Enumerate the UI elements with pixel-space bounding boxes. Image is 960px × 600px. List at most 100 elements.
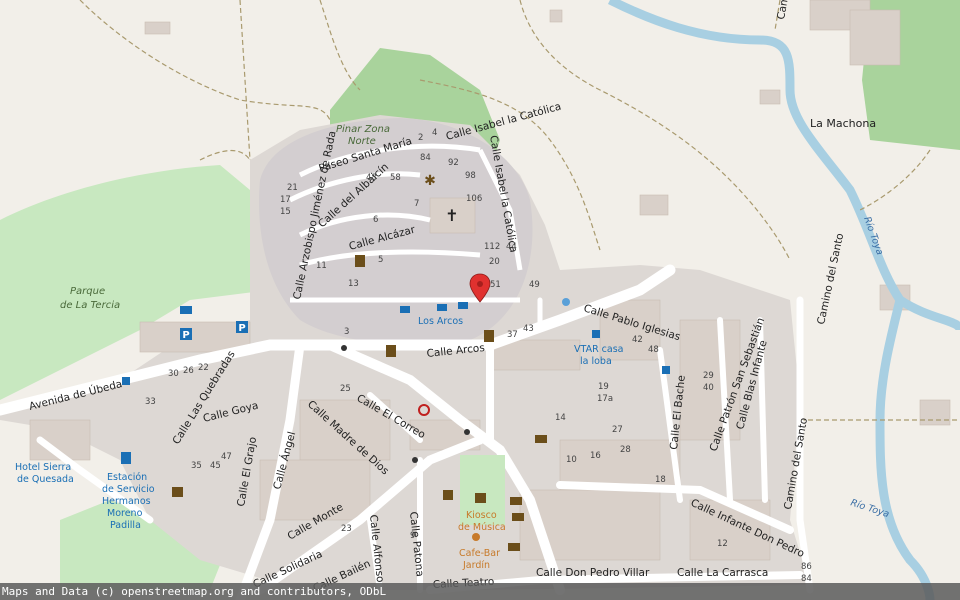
map-view[interactable]: ✝ P P ✱ Paseo Santa María Calle Isabel l… <box>0 0 960 600</box>
fuel-icon <box>121 452 131 464</box>
svg-text:18: 18 <box>655 475 666 485</box>
cafe-icon <box>472 533 480 541</box>
svg-text:P: P <box>238 323 245 334</box>
library-icon <box>484 330 494 342</box>
house-icon <box>592 330 600 338</box>
bus-icon <box>180 306 192 314</box>
svg-text:22: 22 <box>198 363 209 373</box>
svg-text:35: 35 <box>191 461 202 471</box>
svg-text:45: 45 <box>210 461 221 471</box>
svg-text:19: 19 <box>598 382 609 392</box>
svg-text:112: 112 <box>484 242 500 252</box>
label-los-arcos: Los Arcos <box>418 316 463 327</box>
svg-text:92: 92 <box>448 158 459 168</box>
label-don-pedro-villar: Calle Don Pedro Villar <box>536 567 650 579</box>
library-icon <box>386 345 396 357</box>
label-la-machona: La Machona <box>810 117 876 130</box>
svg-text:42: 42 <box>632 335 643 345</box>
label-hotel-2: de Quesada <box>17 474 74 485</box>
svg-text:P: P <box>182 330 189 341</box>
svg-text:37: 37 <box>507 330 518 340</box>
svg-text:28: 28 <box>620 445 631 455</box>
bank-icon <box>512 513 524 521</box>
label-estacion-4: Moreno <box>107 508 143 519</box>
map-canvas[interactable]: ✝ P P ✱ Paseo Santa María Calle Isabel l… <box>0 0 960 600</box>
svg-text:58: 58 <box>390 173 401 183</box>
church-icon: ✝ <box>445 206 458 225</box>
svg-text:49: 49 <box>529 280 540 290</box>
label-estacion-3: Hermanos <box>102 496 151 507</box>
svg-text:✝: ✝ <box>445 206 458 225</box>
house-icon <box>662 366 670 374</box>
theatre-icon <box>172 487 183 497</box>
svg-text:48: 48 <box>648 345 659 355</box>
traffic-light-icon <box>341 345 347 351</box>
svg-text:20: 20 <box>489 257 500 267</box>
library-icon <box>355 255 365 267</box>
svg-text:98: 98 <box>465 171 476 181</box>
svg-text:16: 16 <box>590 451 601 461</box>
hotel-icon <box>458 302 468 309</box>
svg-text:43: 43 <box>523 324 534 334</box>
svg-text:10: 10 <box>566 455 577 465</box>
label-vtar-2: la loba <box>580 356 612 367</box>
svg-text:6: 6 <box>373 215 378 225</box>
svg-text:40: 40 <box>703 383 714 393</box>
label-carrasca: Calle La Carrasca <box>677 567 768 579</box>
label-cafe-1: Cafe-Bar <box>459 548 500 559</box>
svg-text:44: 44 <box>506 242 517 252</box>
traffic-light-icon <box>412 457 418 463</box>
theatre-icon <box>475 493 486 503</box>
traffic-light-icon <box>464 429 470 435</box>
svg-text:47: 47 <box>221 452 232 462</box>
svg-text:14: 14 <box>555 413 566 423</box>
bank-icon <box>510 497 522 505</box>
label-parque-2: de La Tercia <box>60 300 120 311</box>
svg-text:23: 23 <box>341 524 352 534</box>
svg-text:2: 2 <box>418 133 423 143</box>
label-estacion-5: Padilla <box>110 520 141 531</box>
bank-icon <box>508 543 520 551</box>
hotel-icon <box>437 304 447 311</box>
hotel-icon <box>400 306 410 313</box>
svg-text:33: 33 <box>145 397 156 407</box>
label-hotel-1: Hotel Sierra <box>15 462 71 473</box>
svg-text:84: 84 <box>420 153 431 163</box>
svg-text:12: 12 <box>717 539 728 549</box>
label-estacion-2: de Servicio <box>102 484 155 495</box>
svg-text:15: 15 <box>280 207 291 217</box>
svg-text:48: 48 <box>366 173 377 183</box>
label-kiosco-1: Kiosco <box>466 510 497 521</box>
svg-text:51: 51 <box>490 280 501 290</box>
bank-icon <box>535 435 547 443</box>
label-kiosco-2: de Música <box>458 522 506 533</box>
svg-text:106: 106 <box>466 194 482 204</box>
fountain-icon <box>562 298 570 306</box>
label-vtar-1: VTAR casa <box>574 344 624 355</box>
svg-text:25: 25 <box>340 384 351 394</box>
windmill-icon: ✱ <box>424 173 436 189</box>
svg-text:3: 3 <box>344 327 349 337</box>
svg-text:13: 13 <box>348 279 359 289</box>
label-parque-1: Parque <box>70 286 105 297</box>
svg-text:9: 9 <box>410 531 415 541</box>
label-estacion-1: Estación <box>107 472 147 483</box>
svg-text:86: 86 <box>801 562 812 572</box>
bus-stop-icon <box>122 377 130 385</box>
svg-text:21: 21 <box>287 183 298 193</box>
svg-text:29: 29 <box>703 371 714 381</box>
svg-text:7: 7 <box>414 199 419 209</box>
svg-text:30: 30 <box>168 369 179 379</box>
svg-text:4: 4 <box>432 128 437 138</box>
svg-text:26: 26 <box>183 366 194 376</box>
svg-text:17a: 17a <box>597 394 613 404</box>
label-cafe-2: Jardín <box>462 560 490 571</box>
monument-icon <box>443 490 453 500</box>
svg-text:11: 11 <box>316 261 327 271</box>
svg-text:17: 17 <box>280 195 291 205</box>
svg-text:27: 27 <box>612 425 623 435</box>
label-pinar-1: Pinar Zona <box>336 124 390 135</box>
map-attribution: Maps and Data (c) openstreetmap.org and … <box>0 583 960 600</box>
label-pinar-2: Norte <box>348 136 376 147</box>
svg-text:5: 5 <box>378 255 383 265</box>
